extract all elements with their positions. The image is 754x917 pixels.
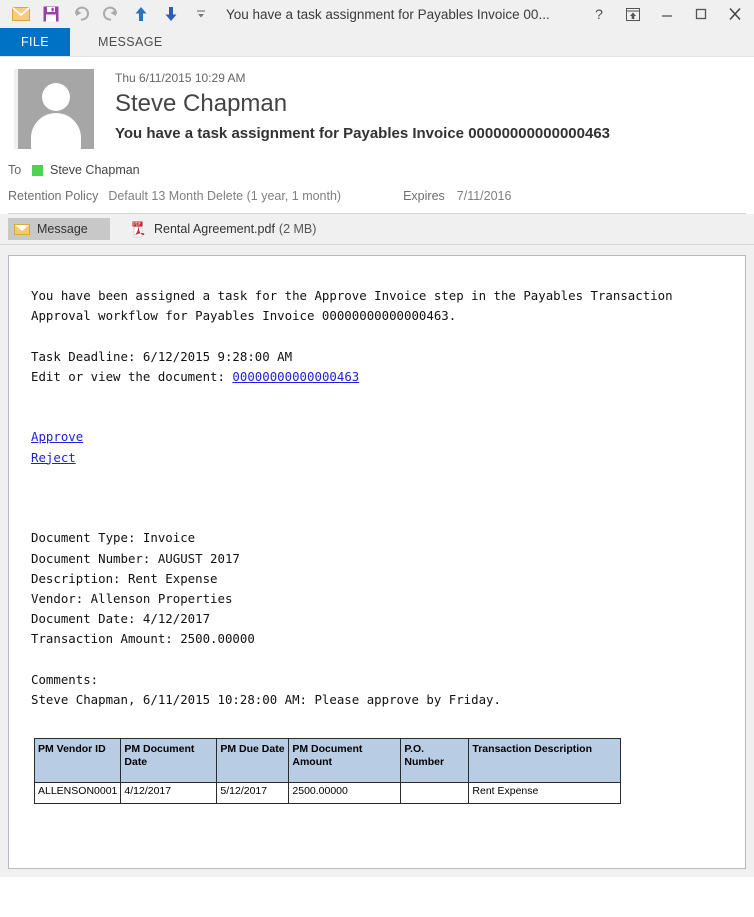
table-cell: 2500.00000 [288, 782, 402, 805]
table-cell [400, 782, 470, 805]
document-details: Document Type: Invoice Document Number: … [31, 530, 255, 647]
table-cell: Rent Expense [468, 782, 622, 805]
envelope-icon[interactable] [6, 1, 36, 27]
message-body-panel[interactable]: You have been assigned a task for the Ap… [8, 255, 746, 869]
table-header-cell: PM Document Date [120, 738, 218, 784]
attachment-bar: Message PDF Rental Agreement.pdf (2 MB) [0, 214, 754, 245]
popout-icon[interactable] [616, 1, 650, 27]
attachment-filename: Rental Agreement.pdf [154, 222, 275, 236]
table-cell: ALLENSON0001 [33, 782, 122, 805]
header-divider [8, 213, 746, 214]
undo-icon[interactable] [66, 1, 96, 27]
redo-icon[interactable] [96, 1, 126, 27]
comments-value: Steve Chapman, 6/11/2015 10:28:00 AM: Pl… [31, 691, 501, 707]
recipients-row: To Steve Chapman [0, 163, 754, 177]
window-controls: ? [582, 0, 752, 28]
save-icon[interactable] [36, 1, 66, 27]
previous-item-icon[interactable] [126, 1, 156, 27]
message-body-area: You have been assigned a task for the Ap… [0, 245, 754, 877]
close-icon[interactable] [718, 1, 752, 27]
comments-label: Comments: [31, 671, 99, 687]
customize-quick-access-toolbar-icon[interactable] [186, 1, 216, 27]
svg-text:PDF: PDF [133, 221, 141, 226]
attachment-message-tab[interactable]: Message [8, 218, 110, 240]
presence-status-icon [32, 164, 43, 176]
body-spacer-7 [31, 650, 723, 670]
table-header-cell: PM Document Amount [288, 738, 402, 784]
table-header-row: PM Vendor ID PM Document Date PM Due Dat… [33, 738, 622, 784]
envelope-icon [14, 223, 30, 235]
table-cell: 5/12/2017 [216, 782, 290, 805]
reject-line: Reject [31, 448, 723, 468]
edit-or-view-label: Edit or view the document: [31, 368, 233, 384]
retention-policy-label: Retention Policy [8, 189, 99, 203]
transaction-table: PM Vendor ID PM Document Date PM Due Dat… [33, 738, 622, 805]
avatar [14, 69, 94, 149]
to-label: To [8, 163, 22, 177]
reject-link[interactable]: Reject [31, 450, 76, 465]
table-header-cell: P.O. Number [400, 738, 470, 784]
body-paragraph-1: You have been assigned a task for the Ap… [31, 288, 673, 324]
attachment-size: (2 MB) [278, 222, 317, 236]
recipient-name[interactable]: Steve Chapman [50, 163, 140, 177]
maximize-icon[interactable] [684, 1, 718, 27]
table-header-cell: Transaction Description [468, 738, 622, 784]
retention-policy-value: Default 13 Month Delete (1 year, 1 month… [108, 189, 342, 203]
title-bar: You have a task assignment for Payables … [0, 0, 754, 28]
next-item-icon[interactable] [156, 1, 186, 27]
retention-row: Retention Policy Default 13 Month Delete… [0, 189, 754, 203]
table-header-cell: PM Vendor ID [33, 738, 122, 784]
attachment-message-label: Message [37, 222, 88, 236]
minimize-icon[interactable] [650, 1, 684, 27]
body-spacer-3 [31, 407, 723, 427]
attachment-item[interactable]: PDF Rental Agreement.pdf (2 MB) [132, 221, 316, 238]
document-link-line: Edit or view the document: 0000000000000… [31, 367, 723, 387]
approve-line: Approve [31, 427, 723, 447]
sender-name: Steve Chapman [115, 90, 288, 117]
tab-file[interactable]: FILE [0, 28, 70, 56]
help-icon[interactable]: ? [582, 1, 616, 27]
body-spacer-4 [31, 468, 723, 488]
sent-date: Thu 6/11/2015 10:29 AM [115, 71, 246, 85]
pdf-file-icon: PDF [132, 221, 147, 238]
window-title: You have a task assignment for Payables … [226, 6, 550, 22]
avatar-body [31, 113, 81, 149]
quick-access-toolbar [6, 1, 216, 27]
message-header: Thu 6/11/2015 10:29 AM Steve Chapman You… [0, 57, 754, 214]
body-spacer-5 [31, 488, 723, 508]
avatar-head [42, 83, 70, 111]
task-deadline-line: Task Deadline: 6/12/2015 9:28:00 AM [31, 348, 293, 364]
ribbon-tab-bar: FILE MESSAGE [0, 28, 754, 57]
body-spacer-6 [31, 508, 723, 528]
table-row: ALLENSON0001 4/12/2017 5/12/2017 2500.00… [33, 782, 622, 805]
approve-link[interactable]: Approve [31, 429, 83, 444]
message-subject: You have a task assignment for Payables … [115, 125, 611, 143]
body-spacer-2 [31, 387, 723, 407]
table-cell: 4/12/2017 [120, 782, 218, 805]
expires-value: 7/11/2016 [456, 189, 512, 203]
document-link[interactable]: 00000000000000463 [232, 369, 359, 384]
table-header-cell: PM Due Date [216, 738, 290, 784]
expires-label: Expires [403, 189, 445, 203]
tab-message[interactable]: MESSAGE [84, 28, 177, 56]
